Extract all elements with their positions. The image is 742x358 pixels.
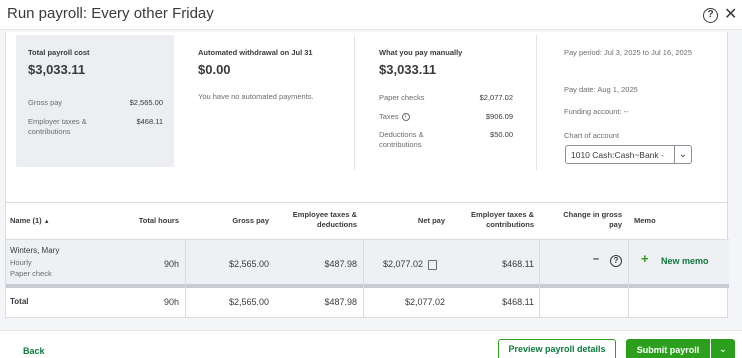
pay-period-text: Pay period: Jul 3, 2025 to Jul 16, 2025 <box>564 48 693 57</box>
col-header-name[interactable]: Name (1) ▲ <box>10 216 50 227</box>
employer-taxes-label: Employer taxes & contributions <box>28 117 87 136</box>
divider <box>363 240 364 318</box>
pay-date-text: Pay date: Aug 1, 2025 <box>564 85 638 94</box>
deductions-label: Deductions & contributions <box>379 130 424 149</box>
funding-account-text: Funding account: -- <box>564 107 629 116</box>
withdrawal-column: Automated withdrawal on Jul 31 $0.00 You… <box>189 35 354 170</box>
row-employer-taxes: $468.11 <box>502 259 534 269</box>
col-header-employer-taxes[interactable]: Employer taxes & contributions <box>460 210 534 230</box>
row-hours[interactable]: 90h <box>126 259 179 269</box>
payroll-summary: Total payroll cost $3,033.11 Gross pay $… <box>5 32 728 209</box>
total-net-pay: $2,077.02 <box>404 297 445 307</box>
col-header-net[interactable]: Net pay <box>384 216 445 226</box>
gross-pay-label: Gross pay <box>28 98 63 107</box>
paystub-preview-icon[interactable] <box>428 259 438 270</box>
col-header-hours[interactable]: Total hours <box>126 216 179 226</box>
divider <box>6 284 729 288</box>
back-button[interactable]: Back <box>23 346 45 356</box>
col-header-memo: Memo <box>634 216 656 225</box>
pay-period-column: Pay period: Jul 3, 2025 to Jul 16, 2025 … <box>536 35 726 170</box>
page-title: Run payroll: Every other Friday <box>7 5 214 22</box>
chart-of-account-select[interactable]: 1010 Cash:Cash~Bank - ⌄ <box>565 145 692 164</box>
divider <box>185 240 186 318</box>
gross-pay-value: $2,565.00 <box>129 98 163 107</box>
chart-of-account-value: 1010 Cash:Cash~Bank - <box>571 150 664 160</box>
paper-checks-value: $2,077.02 <box>479 93 513 102</box>
dialog-footer: Back Preview payroll details Submit payr… <box>0 330 742 358</box>
total-employer-taxes: $468.11 <box>502 297 534 307</box>
row-net-pay-value: $2,077.02 <box>383 259 424 269</box>
taxes-value: $906.09 <box>485 112 513 121</box>
divider <box>628 240 629 318</box>
manual-pay-amount: $3,033.11 <box>379 62 437 77</box>
change-gross-dash[interactable]: – <box>593 253 599 265</box>
col-header-name-text: Name (1) <box>10 216 42 225</box>
withdrawal-amount: $0.00 <box>198 62 231 77</box>
question-icon[interactable]: ? <box>610 255 622 267</box>
row-employee-taxes: $487.98 <box>324 259 357 269</box>
total-label: Total <box>10 297 29 306</box>
taxes-label-text: Taxes <box>379 112 399 121</box>
dialog-body: Total payroll cost $3,033.11 Gross pay $… <box>0 30 742 330</box>
dialog-header: Run payroll: Every other Friday ? ✕ <box>0 0 742 30</box>
manual-pay-column: What you pay manually $3,033.11 Paper ch… <box>354 35 522 170</box>
row-net-pay: $2,077.02 <box>383 259 438 270</box>
new-memo-link[interactable]: New memo <box>661 256 709 266</box>
total-gross-pay: $2,565.00 <box>228 297 269 307</box>
employee-pay-type: Hourly <box>10 258 32 267</box>
preview-payroll-button[interactable]: Preview payroll details <box>498 339 616 358</box>
total-hours: 90h <box>163 297 179 307</box>
col-header-change[interactable]: Change in gross pay <box>550 210 622 230</box>
withdrawal-note: You have no automated payments. <box>198 92 314 101</box>
info-icon[interactable]: i <box>401 113 410 122</box>
taxes-label: Taxes i <box>379 112 449 122</box>
total-cost-box: Total payroll cost $3,033.11 Gross pay $… <box>16 35 174 167</box>
deductions-value: $50.00 <box>490 130 513 139</box>
submit-payroll-button[interactable]: Submit payroll <box>626 339 710 358</box>
employer-taxes-value: $468.11 <box>136 117 163 126</box>
total-cost-amount: $3,033.11 <box>28 62 86 77</box>
add-memo-icon[interactable]: + <box>641 251 649 266</box>
col-header-employee-taxes[interactable]: Employee taxes & deductions <box>282 210 357 230</box>
employee-name[interactable]: Winters, Mary <box>10 246 59 255</box>
total-cost-label: Total payroll cost <box>28 48 90 57</box>
paper-checks-label: Paper checks <box>379 93 425 102</box>
sort-ascending-icon[interactable]: ▲ <box>44 219 50 225</box>
col-header-gross[interactable]: Gross pay <box>206 216 269 226</box>
manual-pay-label: What you pay manually <box>379 48 463 57</box>
help-icon[interactable]: ? <box>703 8 718 23</box>
close-icon[interactable]: ✕ <box>724 4 737 24</box>
chart-of-account-label: Chart of account <box>564 131 620 140</box>
total-employee-taxes: $487.98 <box>324 297 357 307</box>
withdrawal-label: Automated withdrawal on Jul 31 <box>198 48 313 57</box>
employee-pay-method: Paper check <box>10 269 52 278</box>
chevron-down-icon[interactable]: ⌄ <box>711 339 735 358</box>
row-gross-pay: $2,565.00 <box>228 259 269 269</box>
chevron-down-icon[interactable]: ⌄ <box>674 146 691 163</box>
divider <box>539 240 540 318</box>
